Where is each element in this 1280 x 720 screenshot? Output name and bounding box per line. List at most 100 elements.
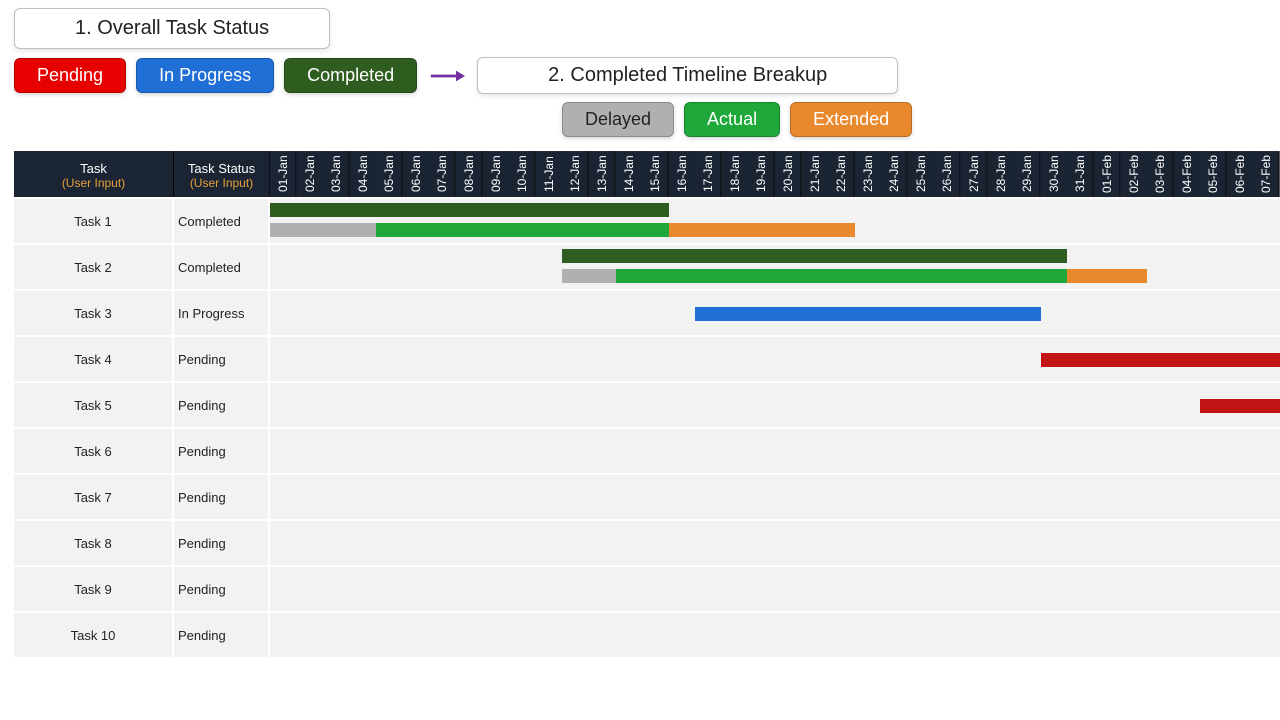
date-header: 07-Feb xyxy=(1253,151,1280,197)
task-status: Pending xyxy=(174,383,270,427)
task-name: Task 3 xyxy=(14,291,174,335)
date-header: 23-Jan xyxy=(855,151,882,197)
date-header: 08-Jan xyxy=(456,151,483,197)
legend-in-progress[interactable]: In Progress xyxy=(136,58,274,93)
date-header: 12-Jan xyxy=(562,151,589,197)
date-header: 03-Jan xyxy=(323,151,350,197)
gantt-bar[interactable] xyxy=(562,269,615,283)
gantt-bar[interactable] xyxy=(270,203,669,217)
header-task-label: Task xyxy=(80,161,107,176)
task-name: Task 4 xyxy=(14,337,174,381)
table-row: Task 10Pending xyxy=(14,611,1280,657)
table-row: Task 8Pending xyxy=(14,519,1280,565)
date-header: 02-Jan xyxy=(297,151,324,197)
date-header: 05-Feb xyxy=(1200,151,1227,197)
gantt-bar-track xyxy=(270,521,1280,565)
date-header: 21-Jan xyxy=(802,151,829,197)
task-status: Pending xyxy=(174,337,270,381)
table-row: Task 5Pending xyxy=(14,381,1280,427)
header-status-sub: (User Input) xyxy=(190,176,253,190)
gantt-bar-track xyxy=(270,475,1280,519)
gantt-bar[interactable] xyxy=(669,223,855,237)
gantt-bar[interactable] xyxy=(1041,353,1280,367)
date-header: 04-Feb xyxy=(1174,151,1201,197)
task-name: Task 5 xyxy=(14,383,174,427)
gantt-bar-track xyxy=(270,199,1280,243)
table-row: Task 4Pending xyxy=(14,335,1280,381)
date-header: 04-Jan xyxy=(350,151,377,197)
task-name: Task 1 xyxy=(14,199,174,243)
date-header: 22-Jan xyxy=(828,151,855,197)
date-header: 28-Jan xyxy=(988,151,1015,197)
gantt-bar-track xyxy=(270,291,1280,335)
gantt-chart: Task (User Input) Task Status (User Inpu… xyxy=(14,151,1280,657)
gantt-bar[interactable] xyxy=(695,307,1041,321)
task-status: Pending xyxy=(174,521,270,565)
table-row: Task 1Completed xyxy=(14,197,1280,243)
legend-completed[interactable]: Completed xyxy=(284,58,417,93)
task-name: Task 9 xyxy=(14,567,174,611)
gantt-bar[interactable] xyxy=(1200,399,1280,413)
date-header: 15-Jan xyxy=(642,151,669,197)
header-status-label: Task Status xyxy=(188,161,255,176)
date-header: 01-Jan xyxy=(270,151,297,197)
arrow-right-icon xyxy=(427,66,467,86)
task-status: Pending xyxy=(174,613,270,657)
table-row: Task 9Pending xyxy=(14,565,1280,611)
task-name: Task 6 xyxy=(14,429,174,473)
date-header: 09-Jan xyxy=(483,151,510,197)
task-status: Pending xyxy=(174,475,270,519)
gantt-bar-track xyxy=(270,429,1280,473)
date-header: 03-Feb xyxy=(1147,151,1174,197)
date-header: 05-Jan xyxy=(376,151,403,197)
date-header: 27-Jan xyxy=(961,151,988,197)
date-header: 02-Feb xyxy=(1121,151,1148,197)
gantt-bar-track xyxy=(270,337,1280,381)
date-header: 13-Jan xyxy=(589,151,616,197)
table-row: Task 7Pending xyxy=(14,473,1280,519)
task-name: Task 10 xyxy=(14,613,174,657)
date-header: 11-Jan xyxy=(536,151,563,197)
date-header: 14-Jan xyxy=(616,151,643,197)
table-row: Task 2Completed xyxy=(14,243,1280,289)
header-task: Task (User Input) xyxy=(14,151,174,197)
task-name: Task 7 xyxy=(14,475,174,519)
overall-status-title: 1. Overall Task Status xyxy=(14,8,330,49)
date-header: 26-Jan xyxy=(934,151,961,197)
date-header: 01-Feb xyxy=(1094,151,1121,197)
legend-extended[interactable]: Extended xyxy=(790,102,912,137)
gantt-bar[interactable] xyxy=(616,269,1068,283)
date-header: 19-Jan xyxy=(748,151,775,197)
task-status: Pending xyxy=(174,429,270,473)
date-header: 16-Jan xyxy=(669,151,696,197)
date-header: 30-Jan xyxy=(1041,151,1068,197)
gantt-bar-track xyxy=(270,383,1280,427)
timeline-breakup-title: 2. Completed Timeline Breakup xyxy=(477,57,898,94)
gantt-bar[interactable] xyxy=(1067,269,1147,283)
legend-actual[interactable]: Actual xyxy=(684,102,780,137)
task-status: Completed xyxy=(174,245,270,289)
task-status: Pending xyxy=(174,567,270,611)
gantt-bar-track xyxy=(270,567,1280,611)
task-name: Task 8 xyxy=(14,521,174,565)
gantt-bar[interactable] xyxy=(270,223,376,237)
header-status: Task Status (User Input) xyxy=(174,151,270,197)
date-header: 29-Jan xyxy=(1014,151,1041,197)
task-status: In Progress xyxy=(174,291,270,335)
table-row: Task 3In Progress xyxy=(14,289,1280,335)
date-header: 06-Jan xyxy=(403,151,430,197)
date-header: 07-Jan xyxy=(429,151,456,197)
gantt-bar[interactable] xyxy=(376,223,668,237)
task-name: Task 2 xyxy=(14,245,174,289)
date-header: 06-Feb xyxy=(1227,151,1254,197)
table-row: Task 6Pending xyxy=(14,427,1280,473)
legend-pending[interactable]: Pending xyxy=(14,58,126,93)
task-status: Completed xyxy=(174,199,270,243)
date-header: 17-Jan xyxy=(695,151,722,197)
legend-delayed[interactable]: Delayed xyxy=(562,102,674,137)
date-header: 10-Jan xyxy=(509,151,536,197)
date-header: 31-Jan xyxy=(1067,151,1094,197)
date-header: 24-Jan xyxy=(881,151,908,197)
gantt-bar-track xyxy=(270,613,1280,657)
gantt-bar[interactable] xyxy=(562,249,1067,263)
